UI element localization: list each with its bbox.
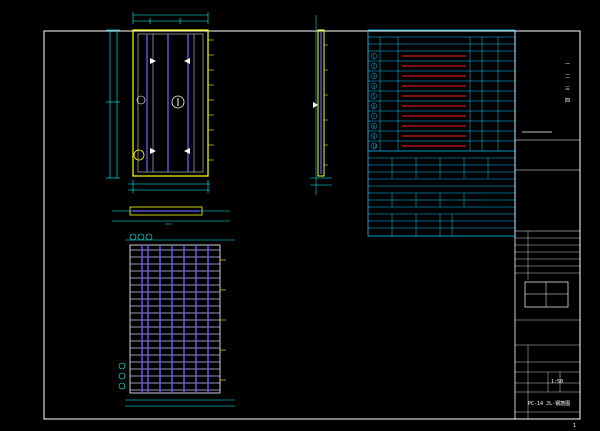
rebar-row-id: 4	[373, 84, 376, 89]
plan-section-markers	[150, 58, 190, 154]
rebar-row-id: 6	[373, 104, 376, 109]
title-block: PC-14 JL-钢筋图 1:50 1 一 二 三 四	[514, 31, 580, 429]
svg-text:二: 二	[565, 74, 570, 80]
drawing-name: PC-14 JL-钢筋图	[528, 400, 570, 407]
scale-label: 1:50	[551, 379, 563, 385]
rebar-row-id: 3	[373, 74, 376, 79]
rebar-horizontal-bars	[130, 249, 220, 391]
plan-view	[106, 12, 214, 193]
rebar-row-id: 10	[373, 144, 378, 149]
rebar-schedule-table: 1 2 3 4 5 6 7 8 9 10	[367, 29, 516, 237]
svg-text:三: 三	[565, 86, 570, 92]
sheet-number: 1	[573, 423, 576, 429]
plan-detail-section	[112, 206, 230, 225]
rebar-row-id: 2	[373, 64, 376, 69]
section-view	[310, 15, 332, 195]
plan-left-dimensions	[106, 29, 120, 179]
side-notes: 一 二 三 四	[565, 62, 570, 104]
svg-text:四: 四	[565, 98, 570, 104]
rebar-row-id: 7	[373, 114, 376, 119]
rebar-layout-view	[118, 233, 235, 407]
plan-top-dimensions	[132, 12, 209, 24]
rebar-row-id: 5	[373, 94, 376, 99]
key-plan-box	[524, 281, 569, 308]
rebar-vertical-bars	[141, 245, 209, 393]
plan-bottom-dimensions	[128, 180, 210, 193]
rebar-row-id: 1	[373, 54, 376, 59]
rebar-row-id: 8	[373, 124, 376, 129]
svg-text:一: 一	[565, 62, 570, 68]
plan-right-ticks	[208, 39, 214, 161]
rebar-row-id: 9	[373, 134, 376, 139]
cad-drawing-canvas: 1 2 3 4 5 6 7 8 9 10 PC-14 JL-钢筋图 1:50 1 一 二 三 四	[43, 12, 581, 429]
drawing-frame-outer	[43, 30, 581, 420]
